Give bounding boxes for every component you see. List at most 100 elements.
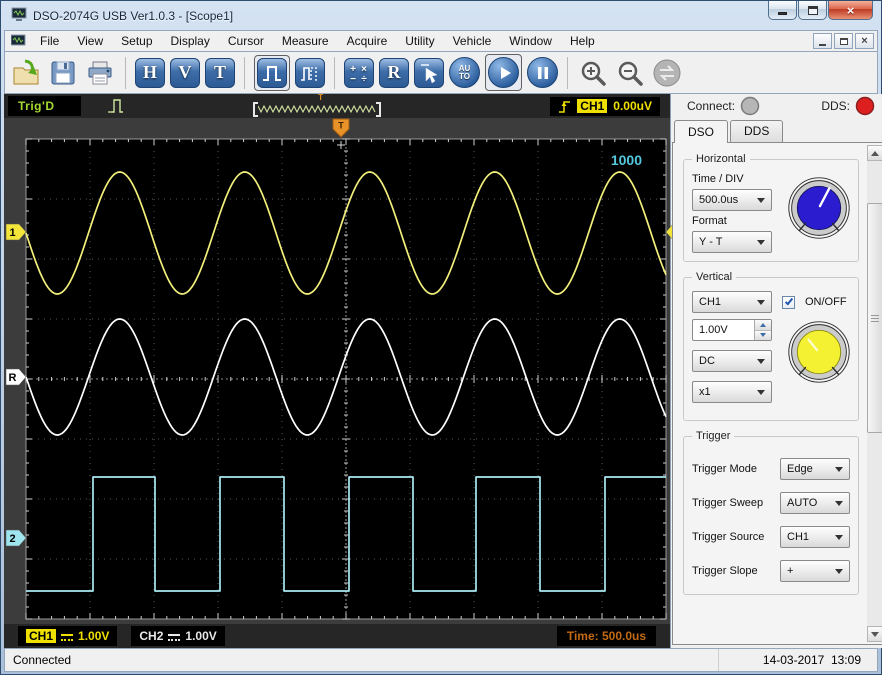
onoff-checkbox[interactable]: [782, 296, 795, 309]
menu-acquire[interactable]: Acquire: [338, 31, 397, 51]
mdi-minimize-button[interactable]: [813, 33, 832, 49]
rising-edge-icon: [558, 99, 571, 114]
coupling-select[interactable]: DC: [692, 350, 772, 372]
close-button[interactable]: ×: [828, 1, 873, 20]
ref-position-marker[interactable]: R: [6, 369, 26, 385]
trigger-slope-select[interactable]: +: [780, 560, 850, 582]
scope-document-icon: [11, 34, 27, 48]
open-folder-icon: [12, 59, 40, 87]
svg-text:T: T: [338, 121, 344, 131]
ch1-coupling-icon: [61, 634, 73, 641]
arrow-up-icon: [871, 151, 879, 156]
minimize-button[interactable]: [768, 1, 797, 20]
maximize-button[interactable]: [798, 1, 827, 20]
ch1-chip: CH1: [26, 629, 56, 643]
minimize-icon: [778, 12, 787, 15]
ch1-position-marker[interactable]: 1: [6, 224, 26, 240]
vertical-group: Vertical CH1 ON/OFF 1.00V: [683, 271, 859, 421]
window-controls: ×: [768, 1, 873, 20]
zoom-out-button[interactable]: [614, 57, 646, 89]
math-button[interactable]: +×−÷: [344, 58, 374, 88]
title-bar[interactable]: DSO-2074G USB Ver1.0.3 - [Scope1] ×: [4, 1, 878, 30]
maximize-icon: [808, 6, 818, 15]
app-window: DSO-2074G USB Ver1.0.3 - [Scope1] × File…: [0, 0, 882, 675]
volt-scale-spinner[interactable]: 1.00V: [692, 319, 772, 341]
time-div-select[interactable]: 500.0us: [692, 189, 772, 211]
dropdown-arrow-icon: [757, 198, 765, 203]
menu-window[interactable]: Window: [500, 31, 561, 51]
mdi-close-icon: ×: [861, 36, 867, 46]
scroll-down-button[interactable]: [867, 626, 882, 642]
dropdown-arrow-icon: [757, 359, 765, 364]
scope-plot[interactable]: 10001R2TT: [4, 118, 670, 624]
toolbar-separator: [334, 57, 335, 89]
dropdown-arrow-icon: [757, 390, 765, 395]
ch2-position-marker[interactable]: 2: [6, 530, 26, 546]
svg-text:R: R: [9, 372, 17, 384]
menu-vehicle[interactable]: Vehicle: [444, 31, 501, 51]
menu-measure[interactable]: Measure: [273, 31, 338, 51]
transfer-arrows-icon: [652, 58, 682, 88]
reference-button[interactable]: R: [379, 58, 409, 88]
print-button[interactable]: [84, 57, 116, 89]
spinner-up-button[interactable]: [755, 320, 771, 330]
scroll-thumb[interactable]: [867, 203, 882, 433]
play-icon: [488, 57, 519, 88]
menu-cursor[interactable]: Cursor: [219, 31, 273, 51]
save-button[interactable]: [47, 57, 79, 89]
spinner-down-button[interactable]: [755, 330, 771, 341]
run-button-selected[interactable]: [485, 54, 522, 91]
panel-scrollbar[interactable]: [867, 145, 882, 642]
trigger-sweep-select[interactable]: AUTO: [780, 492, 850, 514]
open-button[interactable]: [10, 57, 42, 89]
trigger-mode-select[interactable]: Edge: [780, 458, 850, 480]
panel-tabs: DSO DDS: [671, 119, 882, 142]
menu-utility[interactable]: Utility: [396, 31, 443, 51]
tab-dso[interactable]: DSO: [674, 120, 728, 143]
menu-help[interactable]: Help: [561, 31, 604, 51]
zoom-in-button[interactable]: [577, 57, 609, 89]
mdi-minimize-icon: [819, 44, 826, 46]
pause-icon: [533, 63, 553, 83]
preview-wave: [258, 104, 376, 115]
pause-button[interactable]: [527, 57, 558, 88]
status-datetime: 14-03-2017 13:09: [719, 653, 877, 667]
connect-label: Connect:: [687, 99, 735, 113]
channel-select[interactable]: CH1: [692, 291, 772, 313]
trigger-settings-button[interactable]: T: [205, 58, 235, 88]
menu-display[interactable]: Display: [162, 31, 219, 51]
vertical-knob[interactable]: [786, 319, 852, 385]
dropdown-arrow-icon: [835, 569, 843, 574]
vertical-settings-button[interactable]: V: [170, 58, 200, 88]
trigger-source-select[interactable]: CH1: [780, 526, 850, 548]
toolbar: H V T +×−÷ R AU TO: [4, 52, 878, 94]
dual-pulse-button[interactable]: [295, 58, 325, 88]
single-pulse-button-selected[interactable]: [254, 55, 290, 91]
preview-right-bracket-icon[interactable]: [376, 102, 381, 117]
single-pulse-icon: [257, 58, 287, 88]
horizontal-settings-button[interactable]: H: [135, 58, 165, 88]
menu-setup[interactable]: Setup: [112, 31, 161, 51]
trigger-level-readout: CH1 0.00uV: [550, 97, 660, 116]
horizontal-knob[interactable]: [786, 175, 852, 241]
toolbar-separator: [125, 57, 126, 89]
mdi-close-button[interactable]: ×: [855, 33, 874, 49]
printer-icon: [86, 59, 114, 87]
ch2-scale-readout: CH2 1.00V: [131, 626, 224, 646]
scroll-up-button[interactable]: [867, 145, 882, 161]
menu-file[interactable]: File: [31, 31, 68, 51]
format-select[interactable]: Y - T: [692, 231, 772, 253]
toolbar-separator: [244, 57, 245, 89]
mdi-restore-button[interactable]: [834, 33, 853, 49]
zoom-out-icon: [616, 59, 644, 87]
ch2-scale-value: 1.00V: [185, 629, 216, 643]
checkmark-icon: [784, 297, 792, 306]
auto-setup-button[interactable]: AU TO: [449, 57, 480, 88]
cursor-button[interactable]: [414, 58, 444, 88]
probe-select[interactable]: x1: [692, 381, 772, 403]
menu-bar: File View Setup Display Cursor Measure A…: [4, 30, 878, 52]
menu-view[interactable]: View: [68, 31, 112, 51]
waveform-preview[interactable]: T: [253, 94, 389, 118]
zoom-in-icon: [579, 59, 607, 87]
tab-dds[interactable]: DDS: [730, 120, 783, 143]
